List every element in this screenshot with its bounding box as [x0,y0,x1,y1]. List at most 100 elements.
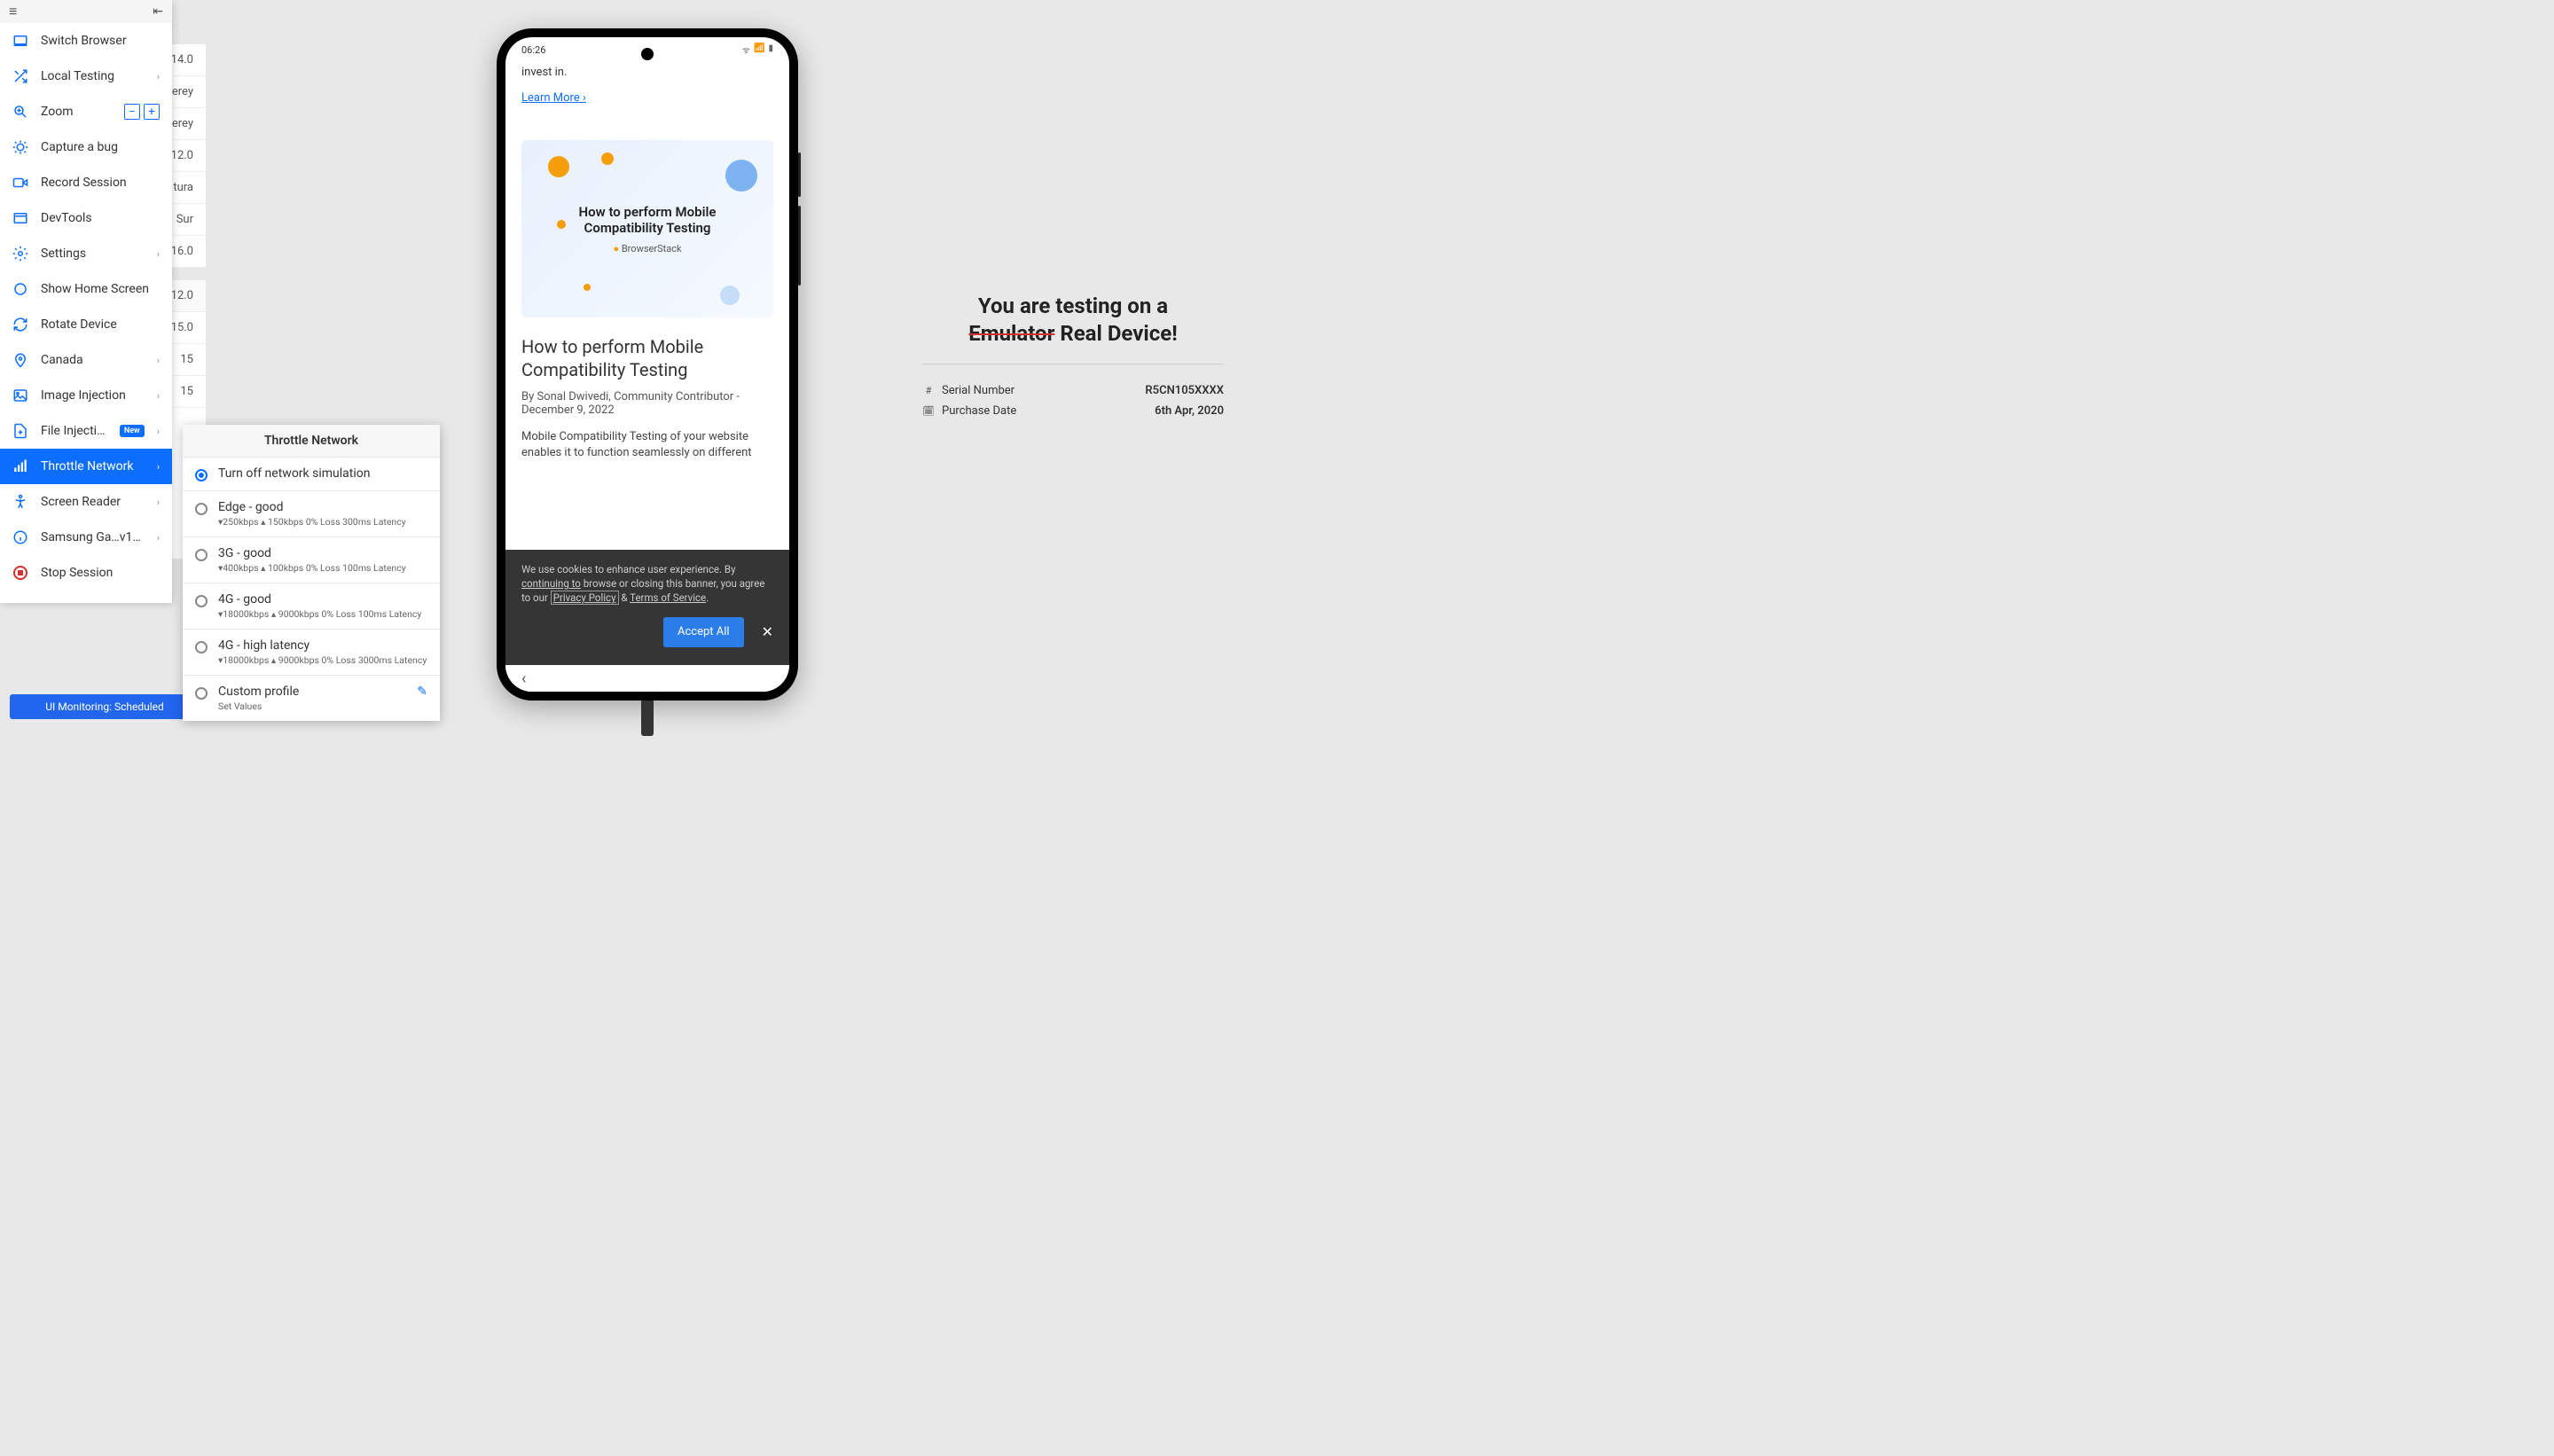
sidebar-item-file-injection[interactable]: File Injection New › [0,413,172,449]
throttle-option-custom[interactable]: Custom profile Set Values ✎ [183,675,440,721]
throttle-option-detail: ▾400kbps ▴ 100kbps 0% Loss 100ms Latency [218,562,427,574]
throttle-option-label: 3G - good [218,546,427,560]
article-fragment: invest in. [521,66,773,79]
sidebar-item-label: DevTools [41,211,160,225]
rotate-icon [12,317,28,333]
image-icon [12,387,28,403]
zoom-in-button[interactable]: + [144,104,160,120]
info-strike: Emulator [968,321,1054,346]
circle-icon [12,281,28,297]
radio-icon [195,595,208,607]
card-brand: BrowserStack [613,243,681,254]
radio-icon [195,549,208,561]
sidebar-item-throttle-network[interactable]: Throttle Network › [0,449,172,484]
chevron-right-icon: › [157,390,160,402]
throttle-network-popup: Throttle Network Turn off network simula… [183,425,440,721]
hash-icon: # [922,385,935,396]
sidebar-item-rotate[interactable]: Rotate Device [0,307,172,342]
throttle-option-edge[interactable]: Edge - good ▾250kbps ▴ 150kbps 0% Loss 3… [183,490,440,536]
throttle-option-detail: ▾18000kbps ▴ 9000kbps 0% Loss 100ms Late… [218,608,427,620]
sidebar-item-screen-reader[interactable]: Screen Reader › [0,484,172,520]
browser-nav-bar: ‹ [505,665,789,692]
bug-icon [12,139,28,155]
sidebar-item-label: Zoom [41,105,112,119]
accessibility-icon [12,494,28,510]
chevron-right-icon: › [157,248,160,260]
throttle-option-4g-latency[interactable]: 4G - high latency ▾18000kbps ▴ 9000kbps … [183,629,440,675]
info-title: You are testing on a Emulator Real Devic… [922,293,1224,348]
sidebar-item-label: Local Testing [41,69,145,83]
info-row-serial: #Serial Number R5CN105XXXX [922,380,1224,401]
accept-all-button[interactable]: Accept All [663,617,744,647]
radio-icon [195,687,208,700]
date-value: 6th Apr, 2020 [1155,404,1224,418]
sidebar-item-record-session[interactable]: Record Session [0,165,172,200]
chevron-right-icon: › [157,461,160,473]
phone-camera-notch [641,48,654,60]
sidebar-item-stop-session[interactable]: Stop Session [0,555,172,591]
chevron-right-icon: › [157,497,160,508]
info-row-date: 🗓Purchase Date 6th Apr, 2020 [922,401,1224,421]
sidebar-item-label: Screen Reader [41,495,145,509]
info-icon [12,529,28,545]
sidebar-item-label: Stop Session [41,566,160,580]
privacy-policy-link[interactable]: Privacy Policy [551,591,619,605]
status-time: 06:26 [521,44,545,56]
sidebar-item-switch-browser[interactable]: Switch Browser [0,23,172,59]
battery-icon: ▮ [768,43,773,56]
throttle-option-label: 4G - high latency [218,638,427,653]
chevron-right-icon: › [157,71,160,82]
calendar-icon: 🗓 [922,405,935,417]
sidebar-item-label: Capture a bug [41,140,160,154]
collapse-icon[interactable]: ⇤ [153,4,163,19]
sidebar-item-label: Switch Browser [41,34,160,48]
throttle-option-3g[interactable]: 3G - good ▾400kbps ▴ 100kbps 0% Loss 100… [183,536,440,583]
chevron-right-icon: › [157,355,160,366]
sidebar-item-label: Throttle Network [41,459,145,474]
phone-cable [641,701,654,736]
sidebar-item-zoom[interactable]: Zoom − + [0,94,172,129]
sidebar-item-local-testing[interactable]: Local Testing › [0,59,172,94]
sidebar-item-settings[interactable]: Settings › [0,236,172,271]
sidebar-item-label: Canada [41,353,145,367]
article-meta: By Sonal Dwivedi, Community Contributor … [521,390,773,417]
video-icon [12,175,28,191]
device-screen[interactable]: 06:26 ᯤ 📶 ▮ invest in. Learn More How to… [505,37,789,692]
ui-monitoring-button[interactable]: UI Monitoring: Scheduled [10,694,200,719]
zoom-out-button[interactable]: − [124,104,140,120]
back-icon[interactable]: ‹ [521,669,526,688]
signal-icon: 📶 [754,43,764,56]
cookie-text: We use cookies to enhance user experienc… [521,563,764,605]
radio-icon [195,469,208,481]
sidebar-item-label: Show Home Screen [41,282,160,296]
sidebar-item-label: Samsung Ga…v10.0 [41,530,145,544]
sidebar-item-label: Settings [41,247,145,261]
pin-icon [12,352,28,368]
wifi-icon: ᯤ [742,43,750,56]
throttle-option-label: Edge - good [218,500,427,514]
stop-icon [12,565,28,581]
throttle-option-detail: ▾18000kbps ▴ 9000kbps 0% Loss 3000ms Lat… [218,654,427,666]
throttle-option-label: 4G - good [218,592,427,607]
sidebar-item-device-info[interactable]: Samsung Ga…v10.0 › [0,520,172,555]
sidebar-item-label: File Injection [41,424,107,438]
article-body: Mobile Compatibility Testing of your web… [521,429,773,461]
edit-icon[interactable]: ✎ [417,685,427,699]
chevron-right-icon: › [157,532,160,544]
throttle-option-4g[interactable]: 4G - good ▾18000kbps ▴ 9000kbps 0% Loss … [183,583,440,629]
sidebar-item-devtools[interactable]: DevTools [0,200,172,236]
sidebar-item-home-screen[interactable]: Show Home Screen [0,271,172,307]
cookie-banner: We use cookies to enhance user experienc… [505,550,789,665]
learn-more-link[interactable]: Learn More [521,91,586,105]
hamburger-icon[interactable]: ≡ [9,3,17,20]
throttle-option-off[interactable]: Turn off network simulation [183,457,440,490]
terms-link[interactable]: Terms of Service [630,591,706,604]
sidebar-item-location[interactable]: Canada › [0,342,172,378]
signal-icon [12,458,28,474]
close-icon[interactable]: ✕ [762,622,773,642]
zoom-icon [12,104,28,120]
sidebar-item-image-injection[interactable]: Image Injection › [0,378,172,413]
sidebar-item-capture-bug[interactable]: Capture a bug [0,129,172,165]
sidebar-header: ≡ ⇤ [0,0,172,23]
sidebar-item-label: Record Session [41,176,160,190]
